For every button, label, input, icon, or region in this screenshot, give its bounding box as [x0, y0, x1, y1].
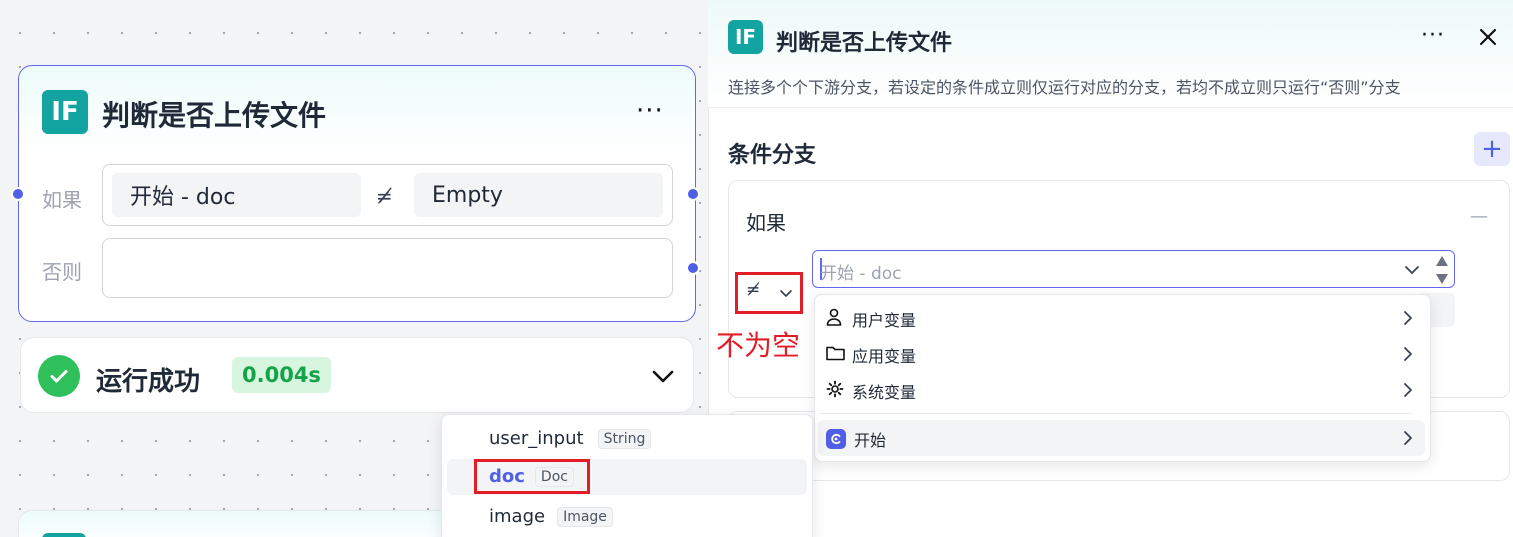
- menu-item-label: 开始: [854, 431, 887, 450]
- condition-value-pill[interactable]: Empty: [414, 173, 663, 217]
- var-name: user_input: [489, 428, 584, 449]
- panel-if-badge: IF: [728, 20, 763, 54]
- panel-title: 判断是否上传文件: [776, 31, 953, 56]
- success-check-icon: [38, 355, 80, 397]
- section-title: 条件分支: [728, 143, 817, 168]
- chevron-down-icon[interactable]: [650, 365, 676, 391]
- variable-select-placeholder: 开始 - doc: [820, 264, 902, 284]
- run-time-badge: 0.004s: [232, 357, 331, 393]
- chevron-right-icon: [1402, 382, 1414, 402]
- menu-divider: [820, 413, 1412, 414]
- not-equal-icon: ≠̸: [376, 184, 393, 208]
- if-node-title: 判断是否上传文件: [102, 99, 327, 132]
- else-label: 否则: [42, 260, 82, 284]
- menu-item-label: 系统变量: [852, 383, 917, 402]
- condition-variable-pill[interactable]: 开始 - doc: [112, 173, 361, 217]
- if-node-badge: IF: [42, 90, 88, 134]
- else-box[interactable]: [102, 238, 673, 298]
- next-node-card[interactable]: [18, 510, 458, 537]
- gear-icon: [826, 380, 848, 402]
- annotation-not-empty: 不为空: [716, 329, 801, 362]
- else-output-handle[interactable]: [686, 261, 700, 275]
- stepper-up-icon[interactable]: [1435, 252, 1449, 271]
- start-icon: [826, 429, 846, 449]
- var-name: doc: [489, 466, 525, 487]
- if-label: 如果: [42, 188, 82, 212]
- var-name: image: [489, 506, 546, 527]
- add-branch-button[interactable]: +: [1474, 132, 1510, 166]
- var-type-tag: String: [597, 428, 652, 449]
- close-icon[interactable]: [1478, 27, 1498, 51]
- select-chevron-icon[interactable]: [1404, 262, 1420, 281]
- chevron-right-icon: [1402, 430, 1414, 450]
- if-output-handle[interactable]: [686, 187, 700, 201]
- chevron-right-icon: [1402, 310, 1414, 330]
- var-type-tag: Doc: [534, 466, 574, 487]
- var-type-tag: Image: [557, 506, 613, 527]
- branch-if-label: 如果: [746, 211, 786, 235]
- menu-item-start[interactable]: 开始: [826, 426, 1422, 452]
- run-status-label: 运行成功: [96, 367, 201, 397]
- operator-not-equal-icon[interactable]: ≠̸: [746, 280, 760, 300]
- variable-select[interactable]: [812, 250, 1455, 288]
- stepper-down-icon[interactable]: [1435, 270, 1449, 289]
- menu-item-label: 应用变量: [852, 347, 917, 366]
- panel-description: 连接多个个下游分支，若设定的条件成立则仅运行对应的分支，若均不成立则只运行“否则…: [728, 78, 1401, 97]
- var-item-image[interactable]: image Image: [489, 506, 613, 527]
- next-node-badge: [42, 533, 86, 537]
- menu-item-system-vars[interactable]: 系统变量: [826, 378, 1422, 404]
- input-handle[interactable]: [11, 187, 25, 201]
- node-more-button[interactable]: ···: [636, 98, 664, 124]
- collapse-button[interactable]: —: [1470, 206, 1488, 227]
- chevron-right-icon: [1402, 346, 1414, 366]
- menu-item-label: 用户变量: [852, 311, 917, 330]
- panel-more-button[interactable]: ···: [1421, 25, 1445, 47]
- menu-item-user-vars[interactable]: 用户变量: [826, 306, 1422, 332]
- menu-item-app-vars[interactable]: 应用变量: [826, 342, 1422, 368]
- user-icon: [826, 308, 848, 330]
- var-item-doc[interactable]: doc Doc: [489, 466, 574, 487]
- folder-icon: [826, 345, 848, 365]
- var-item-user-input[interactable]: user_input String: [489, 428, 652, 449]
- operator-chevron-icon[interactable]: [779, 285, 793, 304]
